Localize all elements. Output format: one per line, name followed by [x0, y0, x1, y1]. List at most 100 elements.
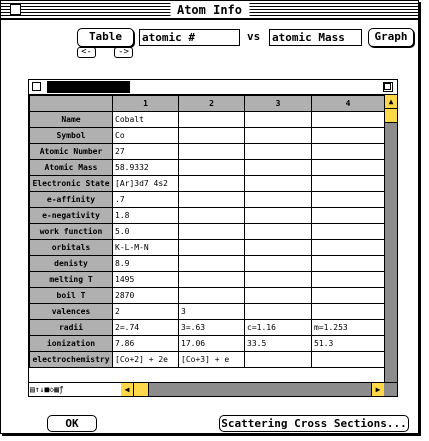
- table-cell[interactable]: [244, 255, 312, 272]
- table-cell[interactable]: 1.8: [112, 207, 179, 224]
- table-cell[interactable]: 7.86: [112, 335, 179, 352]
- table-cell[interactable]: [178, 223, 245, 240]
- sheet-entry-bar[interactable]: [47, 81, 111, 93]
- table-cell[interactable]: [244, 239, 312, 256]
- table-cell[interactable]: [311, 239, 385, 256]
- column-header[interactable]: 3: [244, 95, 312, 112]
- row-header[interactable]: valences: [29, 303, 113, 320]
- table-cell[interactable]: [311, 223, 385, 240]
- horizontal-scroll-thumb[interactable]: [134, 383, 149, 396]
- previous-arrow-button[interactable]: <-: [77, 47, 96, 58]
- table-cell[interactable]: [178, 159, 245, 176]
- row-header[interactable]: radii: [29, 319, 113, 336]
- table-cell[interactable]: K-L-M-N: [112, 239, 179, 256]
- table-cell[interactable]: 17.06: [178, 335, 245, 352]
- column-header[interactable]: 1: [112, 95, 179, 112]
- horizontal-scrollbar[interactable]: ▤↑↓■◇▦ƒ ◀ ▶: [29, 382, 397, 396]
- table-cell[interactable]: 3=.63: [178, 319, 245, 336]
- table-cell[interactable]: 58.9332: [112, 159, 179, 176]
- scroll-up-arrow-icon[interactable]: ▲: [385, 95, 397, 109]
- table-cell[interactable]: [244, 351, 312, 368]
- ok-button[interactable]: OK: [47, 415, 97, 432]
- x-variable-field[interactable]: atomic #: [139, 29, 240, 46]
- table-cell[interactable]: [244, 191, 312, 208]
- title-bar[interactable]: Atom Info: [1, 1, 418, 20]
- table-cell[interactable]: c=1.16: [244, 319, 312, 336]
- row-header[interactable]: Electronic State: [29, 175, 113, 192]
- table-cell[interactable]: [Co+2] + 2e: [112, 351, 179, 368]
- table-cell[interactable]: 3: [178, 303, 245, 320]
- table-cell[interactable]: 2870: [112, 287, 179, 304]
- scroll-left-arrow-icon[interactable]: ◀: [121, 383, 134, 396]
- table-cell[interactable]: [178, 255, 245, 272]
- row-header[interactable]: e-affinity: [29, 191, 113, 208]
- table-cell[interactable]: [178, 175, 245, 192]
- table-cell[interactable]: [244, 271, 312, 288]
- row-header[interactable]: Name: [29, 111, 113, 128]
- table-cell[interactable]: [311, 127, 385, 144]
- table-cell[interactable]: [244, 159, 312, 176]
- row-header[interactable]: denisty: [29, 255, 113, 272]
- table-cell[interactable]: [311, 271, 385, 288]
- table-cell[interactable]: [178, 191, 245, 208]
- table-cell[interactable]: [Co+3] + e: [178, 351, 245, 368]
- table-cell[interactable]: [178, 287, 245, 304]
- sheet-zoom-box[interactable]: [383, 82, 393, 92]
- vertical-scroll-thumb[interactable]: [385, 109, 397, 123]
- close-box[interactable]: [10, 4, 21, 15]
- table-cell[interactable]: .7: [112, 191, 179, 208]
- table-cell[interactable]: [244, 223, 312, 240]
- table-cell[interactable]: [311, 207, 385, 224]
- sheet-close-box[interactable]: [32, 82, 41, 91]
- table-cell[interactable]: 5.0: [112, 223, 179, 240]
- scattering-cross-sections-button[interactable]: Scattering Cross Sections...: [219, 415, 409, 432]
- table-cell[interactable]: [311, 143, 385, 160]
- graph-button[interactable]: Graph: [368, 28, 414, 47]
- table-cell[interactable]: 1495: [112, 271, 179, 288]
- table-cell[interactable]: 27: [112, 143, 179, 160]
- table-cell[interactable]: [178, 207, 245, 224]
- row-header[interactable]: Atomic Mass: [29, 159, 113, 176]
- table-cell[interactable]: [311, 303, 385, 320]
- row-header[interactable]: Symbol: [29, 127, 113, 144]
- table-cell[interactable]: [244, 143, 312, 160]
- row-header[interactable]: ionization: [29, 335, 113, 352]
- table-cell[interactable]: 2=.74: [112, 319, 179, 336]
- table-cell[interactable]: [Ar]3d7 4s2: [112, 175, 179, 192]
- table-cell[interactable]: [244, 175, 312, 192]
- table-cell[interactable]: [311, 191, 385, 208]
- row-header[interactable]: e-negativity: [29, 207, 113, 224]
- table-cell[interactable]: [178, 127, 245, 144]
- next-arrow-button[interactable]: ->: [114, 47, 133, 58]
- row-header[interactable]: boil T: [29, 287, 113, 304]
- table-cell[interactable]: [244, 303, 312, 320]
- table-cell[interactable]: m=1.253: [311, 319, 385, 336]
- table-cell[interactable]: [244, 287, 312, 304]
- table-cell[interactable]: [311, 287, 385, 304]
- row-header[interactable]: work function: [29, 223, 113, 240]
- tool-palette[interactable]: ▤↑↓■◇▦ƒ: [29, 383, 122, 396]
- row-header[interactable]: orbitals: [29, 239, 113, 256]
- row-header[interactable]: Atomic Number: [29, 143, 113, 160]
- table-cell[interactable]: 8.9: [112, 255, 179, 272]
- table-cell[interactable]: [244, 207, 312, 224]
- table-cell[interactable]: [178, 271, 245, 288]
- table-cell[interactable]: [311, 111, 385, 128]
- table-cell[interactable]: [244, 127, 312, 144]
- y-variable-field[interactable]: atomic Mass: [269, 29, 362, 46]
- table-cell[interactable]: [311, 255, 385, 272]
- table-cell[interactable]: [244, 111, 312, 128]
- table-cell[interactable]: [178, 143, 245, 160]
- table-cell[interactable]: [178, 111, 245, 128]
- table-cell[interactable]: [311, 175, 385, 192]
- table-cell[interactable]: 33.5: [244, 335, 312, 352]
- row-header[interactable]: melting T: [29, 271, 113, 288]
- scroll-right-arrow-icon[interactable]: ▶: [371, 383, 384, 396]
- row-header[interactable]: electrochemistry: [29, 351, 113, 368]
- vertical-scrollbar[interactable]: ▲: [384, 95, 397, 382]
- table-cell[interactable]: Cobalt: [112, 111, 179, 128]
- table-cell[interactable]: [311, 159, 385, 176]
- table-cell[interactable]: [178, 239, 245, 256]
- column-header[interactable]: 2: [178, 95, 245, 112]
- column-header[interactable]: 4: [311, 95, 385, 112]
